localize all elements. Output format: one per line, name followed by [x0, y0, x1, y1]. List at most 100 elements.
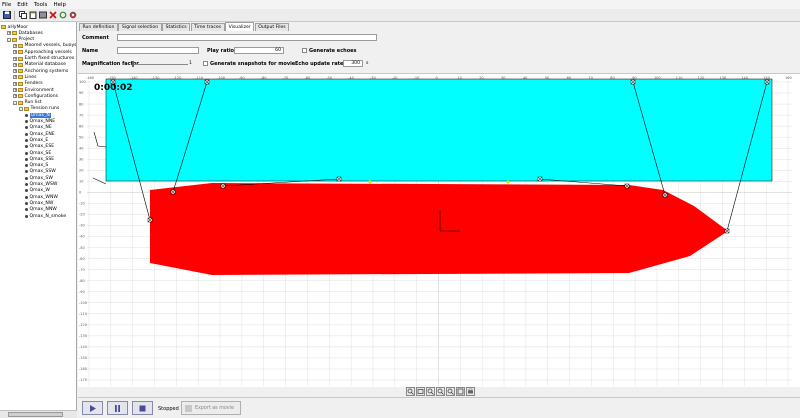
tree-run-item[interactable]: Qmax_NE [25, 125, 52, 131]
tree-folder-item[interactable]: + Moored vessels, buoys [13, 43, 76, 49]
menu-help[interactable]: Help [53, 2, 66, 8]
expand-icon[interactable]: + [13, 43, 17, 48]
expand-icon[interactable]: + [13, 50, 17, 55]
play-button[interactable] [82, 401, 103, 415]
tree-folder-item[interactable]: - Tension runs [19, 106, 59, 112]
mooring-line [92, 177, 107, 185]
zoom-in-icon[interactable] [406, 387, 415, 396]
tree-folder-item[interactable]: - Project [7, 37, 34, 43]
tab-statistics[interactable]: Statistics [162, 23, 191, 31]
refresh-icon[interactable] [58, 11, 67, 20]
tree-item-label: Qmax_ENE [29, 131, 55, 137]
tree-item-label: Qmax_N [29, 112, 51, 118]
run-icon [25, 151, 28, 155]
zoom-window-icon[interactable] [436, 387, 445, 396]
tab-visualizer[interactable]: Visualizer [225, 22, 255, 31]
y-tick-label: 40 [79, 146, 83, 150]
tree-horizontal-scrollbar[interactable] [0, 410, 77, 418]
tree-run-item[interactable]: Qmax_SW [25, 175, 53, 181]
tree-run-item[interactable]: Qmax_WNW [25, 194, 58, 200]
zoom-out-icon[interactable] [416, 387, 425, 396]
tree-run-item[interactable]: Qmax_NNE [25, 119, 55, 125]
tree-run-item[interactable]: Qmax_N_smoke [25, 213, 66, 219]
export-as-movie-button[interactable]: Export as movie [181, 401, 241, 415]
expand-icon[interactable]: + [13, 62, 17, 67]
expand-icon[interactable]: + [13, 88, 17, 92]
tree-folder-item[interactable]: + Anchoring systems [13, 68, 68, 74]
run-icon [25, 195, 28, 199]
folder-icon [18, 50, 23, 55]
tree-folder-item[interactable]: + Environment [13, 87, 54, 93]
expand-icon[interactable]: + [13, 56, 17, 61]
tab-time-traces[interactable]: Time traces [190, 23, 225, 31]
tree-folder-item[interactable]: + Fenders [13, 81, 43, 87]
expand-icon[interactable]: + [13, 75, 17, 80]
tab-output-files[interactable]: Output Files [254, 23, 290, 31]
pause-button[interactable] [107, 401, 128, 415]
tree-run-item[interactable]: Qmax_SSW [25, 169, 56, 175]
settings-icon[interactable] [68, 11, 77, 20]
run-icon [25, 138, 28, 142]
project-tree[interactable]: aHyMoor + Databases - Project + Moored vessels… [0, 22, 77, 410]
tree-run-item[interactable]: Qmax_ENE [25, 131, 55, 137]
comment-input[interactable] [117, 34, 377, 41]
menu-edit[interactable]: Edit [17, 2, 28, 8]
pan-icon[interactable] [446, 387, 455, 396]
cut-icon[interactable] [38, 11, 47, 20]
echo-update-rate-input[interactable]: 300 [343, 60, 363, 67]
tree-item-label: Qmax_ESE [29, 144, 55, 150]
magnification-slider-thumb[interactable] [132, 61, 134, 67]
collapse-icon[interactable]: - [19, 106, 23, 111]
run-settings-form: Comment Name Play ratio 60 Generate echo… [78, 31, 800, 73]
menu-tools[interactable]: Tools [34, 2, 48, 8]
name-input[interactable] [117, 47, 199, 54]
tree-folder-item[interactable]: + Databases [7, 30, 43, 36]
generate-snapshots-checkbox[interactable] [203, 61, 208, 66]
tree-run-item[interactable]: Qmax_N [25, 112, 51, 118]
reset-view-icon[interactable] [456, 387, 465, 396]
tree-folder-item[interactable]: + Approaching vessels [13, 49, 72, 55]
delete-icon[interactable] [48, 11, 57, 20]
expand-icon[interactable]: + [13, 94, 17, 99]
tree-folder-item[interactable]: + Material database [13, 62, 66, 68]
collapse-icon[interactable]: - [13, 100, 17, 105]
tree-folder-item[interactable]: + Configurations [13, 93, 58, 99]
scrollbar-thumb[interactable] [8, 412, 63, 417]
tree-item-label: Lines [24, 74, 37, 80]
moored-vessel [150, 183, 728, 275]
tree-run-item[interactable]: Qmax_WSW [25, 182, 57, 188]
tree-run-item[interactable]: Qmax_S [25, 163, 48, 169]
stop-button[interactable] [132, 401, 153, 415]
tree-run-item[interactable]: Qmax_NNW [25, 207, 57, 213]
tree-run-item[interactable]: Qmax_NW [25, 200, 53, 206]
copy-icon[interactable] [18, 11, 27, 20]
paste-icon[interactable] [28, 11, 37, 20]
expand-icon[interactable]: + [7, 31, 11, 36]
print-icon[interactable] [466, 387, 475, 396]
tree-run-item[interactable]: Qmax_SE [25, 150, 51, 156]
zoom-fit-icon[interactable] [426, 387, 435, 396]
tree-folder-item[interactable]: - Run list [13, 100, 42, 106]
tab-signal-selection[interactable]: Signal selection [118, 23, 162, 31]
play-ratio-input[interactable]: 60 [234, 47, 284, 54]
tree-run-item[interactable]: Qmax_ESE [25, 144, 54, 150]
stop-icon [139, 405, 146, 411]
tree-run-item[interactable]: Qmax_SSE [25, 156, 54, 162]
visualizer-canvas[interactable]: -160 -150 -140 -130 -120 -110 -100 -90 -80 -70 -60… [78, 73, 800, 387]
collapse-icon[interactable]: - [7, 37, 11, 42]
y-tick-label: 30 [79, 157, 83, 161]
tab-run-definition[interactable]: Run definition [79, 23, 118, 31]
visualizer-svg[interactable]: -160 -150 -140 -130 -120 -110 -100 -90 -80 -70 -60… [78, 74, 800, 388]
expand-icon[interactable]: + [13, 69, 17, 74]
magnification-slider[interactable] [132, 64, 188, 65]
tree-item-label: Qmax_NNW [29, 207, 57, 213]
expand-icon[interactable]: + [13, 81, 17, 86]
tree-folder-item[interactable]: + Earth fixed structures [13, 56, 74, 62]
tree-folder-item[interactable]: + Lines [13, 74, 36, 80]
generate-echoes-checkbox[interactable] [302, 48, 307, 53]
tree-run-item[interactable]: Qmax_E [25, 137, 48, 143]
save-icon[interactable] [2, 11, 11, 20]
tree-run-item[interactable]: Qmax_W [25, 188, 50, 194]
tree-folder-item[interactable]: aHyMoor [1, 24, 28, 30]
menu-file[interactable]: File [2, 2, 11, 8]
